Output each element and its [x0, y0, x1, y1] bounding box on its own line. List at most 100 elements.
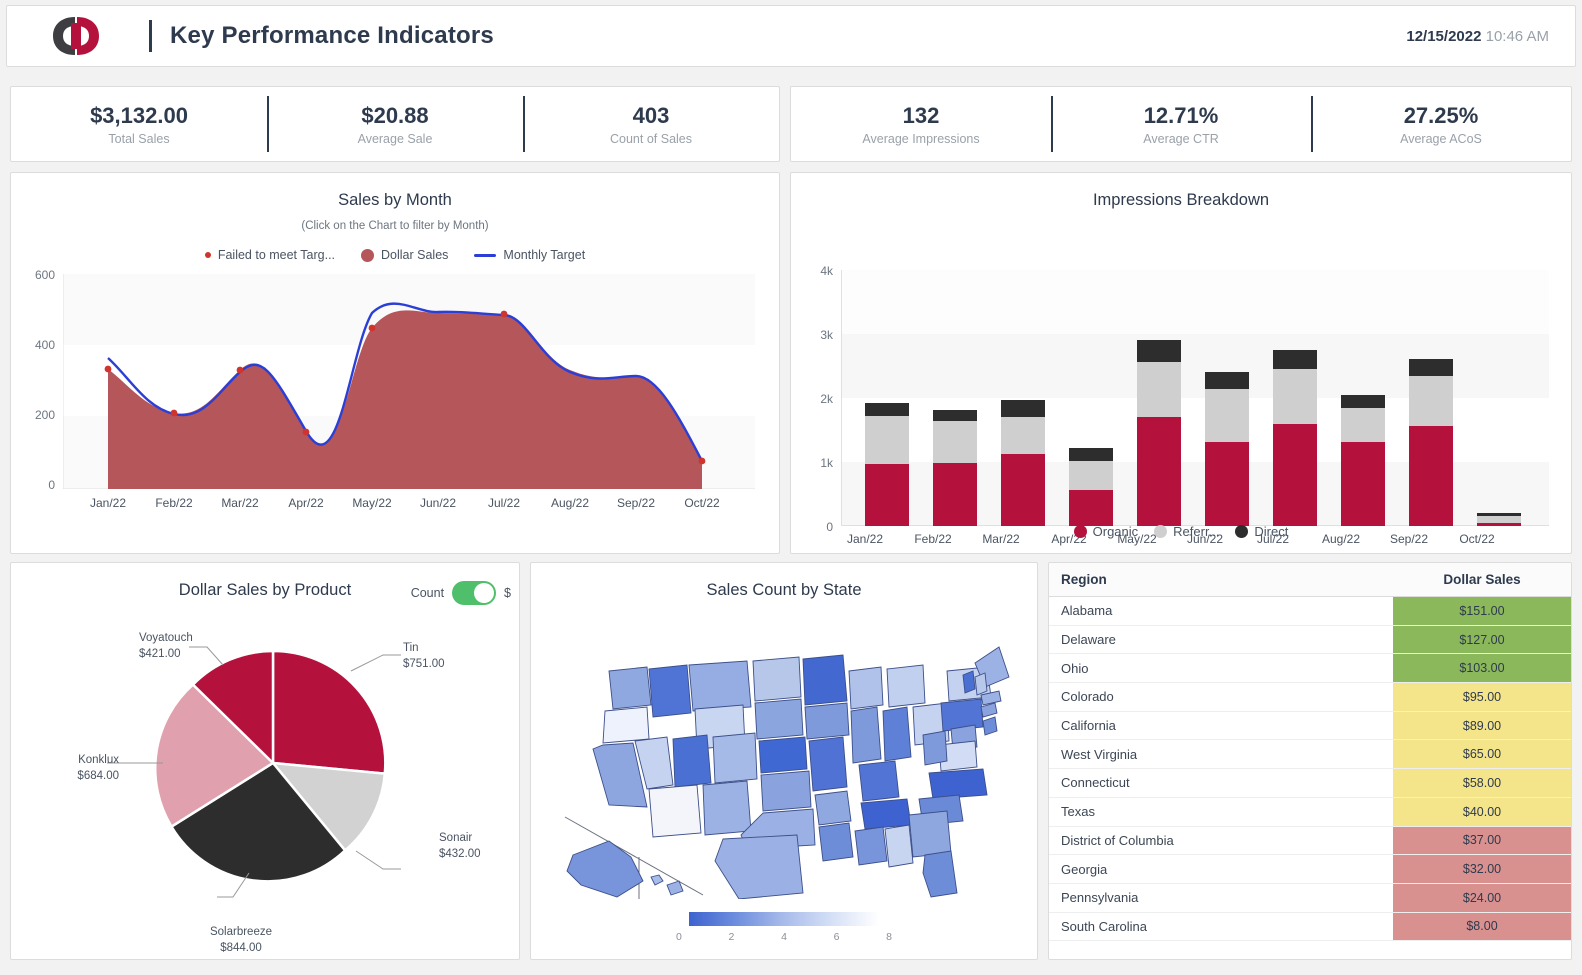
- kpi-label: Average ACoS: [1400, 132, 1482, 146]
- state-mi[interactable]: [887, 665, 925, 707]
- state-tx[interactable]: [715, 835, 803, 899]
- kpi-value: 12.71%: [1144, 102, 1219, 130]
- state-id[interactable]: [649, 665, 691, 717]
- cell-region: West Virginia: [1049, 740, 1393, 769]
- state-nc[interactable]: [929, 769, 987, 799]
- state-nd[interactable]: [753, 657, 801, 701]
- table-row[interactable]: Texas$40.00: [1049, 797, 1571, 826]
- bar-column-feb[interactable]: [933, 410, 977, 526]
- table-row[interactable]: Pennsylvania$24.00: [1049, 883, 1571, 912]
- state-nj[interactable]: [983, 717, 997, 735]
- state-mt[interactable]: [689, 661, 751, 711]
- kpi-average-ctr[interactable]: 12.71% Average CTR: [1051, 87, 1311, 161]
- cell-dollar-sales: $24.00: [1393, 883, 1571, 912]
- pie-label-name: Konklux: [65, 753, 119, 769]
- cell-region: Connecticut: [1049, 769, 1393, 798]
- state-ia[interactable]: [805, 703, 849, 739]
- kpi-label: Total Sales: [108, 132, 169, 146]
- table-row[interactable]: District of Columbia$37.00: [1049, 826, 1571, 855]
- state-la[interactable]: [819, 823, 853, 861]
- state-wa[interactable]: [609, 667, 651, 709]
- bar-column-jun[interactable]: [1205, 372, 1249, 526]
- state-nm[interactable]: [703, 781, 751, 835]
- toggle-switch[interactable]: [452, 581, 496, 605]
- us-choropleth-map[interactable]: [547, 609, 1023, 899]
- state-ga[interactable]: [909, 811, 951, 857]
- state-sd[interactable]: [755, 699, 803, 739]
- legend-item-dollar-sales[interactable]: Dollar Sales: [361, 248, 448, 262]
- bar-column-sep[interactable]: [1409, 359, 1453, 526]
- legend-label: Organic: [1093, 524, 1139, 539]
- state-tn[interactable]: [861, 799, 911, 829]
- table-row[interactable]: Connecticut$58.00: [1049, 769, 1571, 798]
- kpi-count-of-sales[interactable]: 403 Count of Sales: [523, 87, 779, 161]
- bar-column-apr[interactable]: [1069, 448, 1113, 526]
- table-row[interactable]: California$89.00: [1049, 711, 1571, 740]
- state-mo[interactable]: [809, 737, 847, 791]
- legend-item-monthly-target[interactable]: Monthly Target: [474, 248, 585, 262]
- table-row[interactable]: Georgia$32.00: [1049, 855, 1571, 884]
- panel-title: Impressions Breakdown: [791, 173, 1571, 210]
- title-divider: [149, 20, 152, 52]
- state-ms[interactable]: [855, 827, 887, 865]
- state-wv[interactable]: [923, 731, 947, 765]
- kpi-average-sale[interactable]: $20.88 Average Sale: [267, 87, 523, 161]
- state-co[interactable]: [713, 733, 757, 783]
- table-row[interactable]: South Carolina$8.00: [1049, 912, 1571, 941]
- table-row[interactable]: Delaware$127.00: [1049, 625, 1571, 654]
- region-sales-table-panel[interactable]: Region Dollar Sales Alabama$151.00Delawa…: [1048, 562, 1572, 960]
- state-pa[interactable]: [941, 699, 983, 731]
- column-header-dollar-sales[interactable]: Dollar Sales: [1393, 563, 1571, 597]
- cell-dollar-sales: $58.00: [1393, 769, 1571, 798]
- state-ky[interactable]: [859, 761, 899, 801]
- state-ut[interactable]: [673, 735, 711, 787]
- pie-label-value: $684.00: [65, 769, 119, 785]
- state-fl[interactable]: [923, 851, 957, 897]
- state-hi[interactable]: [651, 875, 663, 885]
- kpi-average-impressions[interactable]: 132 Average Impressions: [791, 87, 1051, 161]
- count-dollar-toggle[interactable]: Count $: [411, 581, 511, 605]
- y-tick: 0: [19, 478, 55, 492]
- bar-column-may[interactable]: [1137, 340, 1181, 526]
- impressions-breakdown-panel[interactable]: Impressions Breakdown 4k 3k 2k 1k 0: [790, 172, 1572, 554]
- bar-column-jul[interactable]: [1273, 350, 1317, 526]
- kpi-average-acos[interactable]: 27.25% Average ACoS: [1311, 87, 1571, 161]
- bar-column-mar[interactable]: [1001, 400, 1045, 526]
- state-il[interactable]: [851, 707, 881, 763]
- state-nh[interactable]: [975, 673, 987, 695]
- kpi-total-sales[interactable]: $3,132.00 Total Sales: [11, 87, 267, 161]
- column-header-region[interactable]: Region: [1049, 563, 1393, 597]
- state-az[interactable]: [649, 785, 701, 837]
- state-ne[interactable]: [759, 737, 807, 773]
- legend-item-organic[interactable]: Organic: [1074, 524, 1139, 539]
- cell-dollar-sales: $103.00: [1393, 654, 1571, 683]
- legend-item-direct[interactable]: Direct: [1235, 524, 1288, 539]
- state-in[interactable]: [883, 707, 911, 761]
- sales-count-by-state-panel[interactable]: Sales Count by State: [530, 562, 1038, 960]
- legend-item-referral[interactable]: Referr...: [1154, 524, 1219, 539]
- table-row[interactable]: Colorado$95.00: [1049, 683, 1571, 712]
- legend-item-failed-target[interactable]: Failed to meet Targ...: [205, 248, 335, 262]
- state-or[interactable]: [603, 707, 649, 743]
- sales-by-month-panel[interactable]: Sales by Month (Click on the Chart to fi…: [10, 172, 780, 554]
- table-row[interactable]: Ohio$103.00: [1049, 654, 1571, 683]
- dollar-sales-by-product-panel[interactable]: Dollar Sales by Product Count $ Tin $751…: [10, 562, 520, 960]
- bar-chart[interactable]: 4k 3k 2k 1k 0: [791, 222, 1571, 522]
- state-ak[interactable]: [567, 841, 643, 897]
- state-ks[interactable]: [761, 771, 811, 811]
- table-row[interactable]: West Virginia$65.00: [1049, 740, 1571, 769]
- line-marker-icon: [474, 254, 496, 257]
- pie-slice-tin[interactable]: [273, 651, 385, 774]
- bar-column-jan[interactable]: [865, 403, 909, 526]
- state-mn[interactable]: [803, 655, 847, 705]
- area-chart[interactable]: 600 400 200 0 Jan/22 Feb/22 Mar/22 Apr/2…: [11, 276, 779, 524]
- state-al[interactable]: [885, 825, 913, 867]
- state-hi-2[interactable]: [667, 881, 683, 895]
- state-wi[interactable]: [849, 667, 883, 709]
- state-vt[interactable]: [963, 671, 975, 693]
- state-ar[interactable]: [815, 791, 851, 825]
- table-row[interactable]: Alabama$151.00: [1049, 597, 1571, 626]
- y-tick: 400: [19, 338, 55, 352]
- bar-column-aug[interactable]: [1341, 395, 1385, 526]
- map-legend-ticks: 0 2 4 6 8: [676, 931, 892, 943]
